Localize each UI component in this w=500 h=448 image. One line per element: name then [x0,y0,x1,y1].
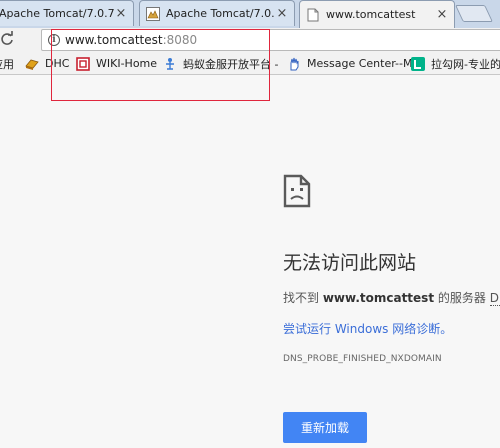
lagou-icon [411,56,425,71]
error-desc-prefix: 找不到 [283,291,323,305]
bookmark-label: 拉勾网-专业的互 [431,57,500,71]
tab-title: Apache Tomcat/7.0.73 [166,7,275,20]
tab-title: www.tomcattest [326,8,416,21]
tab-tomcattest[interactable]: www.tomcattest × [299,0,455,28]
error-desc-middle: 的服务器 [434,291,490,305]
bookmark-message-center[interactable]: Message Center--M [287,52,412,75]
bookmark-antfin[interactable]: 蚂蚁金服开放平台 - [163,52,278,75]
bookmarks-bar: 应用 DHC WIKI-Home 蚂蚁金服开放平台 - [0,52,500,75]
bookmark-lagou[interactable]: 拉勾网-专业的互 [411,52,500,75]
error-desc-dns[interactable]: DNS [489,291,500,306]
tomcat-favicon-icon [146,6,160,21]
bookmark-wiki-home[interactable]: WIKI-Home [76,52,157,75]
tab-apache-tomcat-2[interactable]: Apache Tomcat/7.0.73 × [139,0,295,26]
info-icon[interactable]: i [48,34,60,46]
bookmark-dhc[interactable]: DHC [25,52,69,75]
url-host: www.tomcattest [65,33,163,47]
address-bar[interactable]: i www.tomcattest:8080 [41,29,500,51]
reload-icon[interactable] [0,31,16,49]
antfin-icon [163,57,177,71]
tab-strip: Apache Tomcat/7.0.73 × Apache Tomcat/7.0… [0,0,500,28]
reload-button[interactable]: 重新加载 [283,412,367,443]
error-description: 找不到 www.tomcattest 的服务器 DNS [283,289,500,306]
tab-close-icon[interactable]: × [435,7,449,22]
url-port: :8080 [162,33,198,47]
new-tab-button[interactable] [455,5,493,22]
error-code: DNS_PROBE_FINISHED_NXDOMAIN [283,354,442,364]
tab-close-icon[interactable]: × [114,6,128,21]
bookmark-label: Message Center--M [307,57,413,70]
bookmark-label: 蚂蚁金服开放平台 - [183,57,279,71]
error-desc-host: www.tomcattest [322,291,435,305]
browser-toolbar: i www.tomcattest:8080 [0,28,500,52]
error-title: 无法访问此网站 [283,252,417,274]
bookmark-label: DHC [45,57,70,70]
wiki-icon [76,56,90,71]
sad-page-icon [283,174,311,208]
tab-close-icon[interactable]: × [275,6,289,21]
dhc-icon [25,57,39,71]
error-page [0,76,500,448]
bookmark-apps[interactable]: 应用 [0,52,14,75]
bookmark-label: 应用 [0,57,14,71]
tab-apache-tomcat-1[interactable]: Apache Tomcat/7.0.73 × [0,0,134,26]
tab-title: Apache Tomcat/7.0.73 [0,7,114,20]
network-diagnostics-link[interactable]: 尝试运行 Windows 网络诊断。 [283,320,452,337]
page-favicon-icon [306,8,320,22]
bookmark-label: WIKI-Home [96,57,158,70]
hand-icon [287,57,301,71]
